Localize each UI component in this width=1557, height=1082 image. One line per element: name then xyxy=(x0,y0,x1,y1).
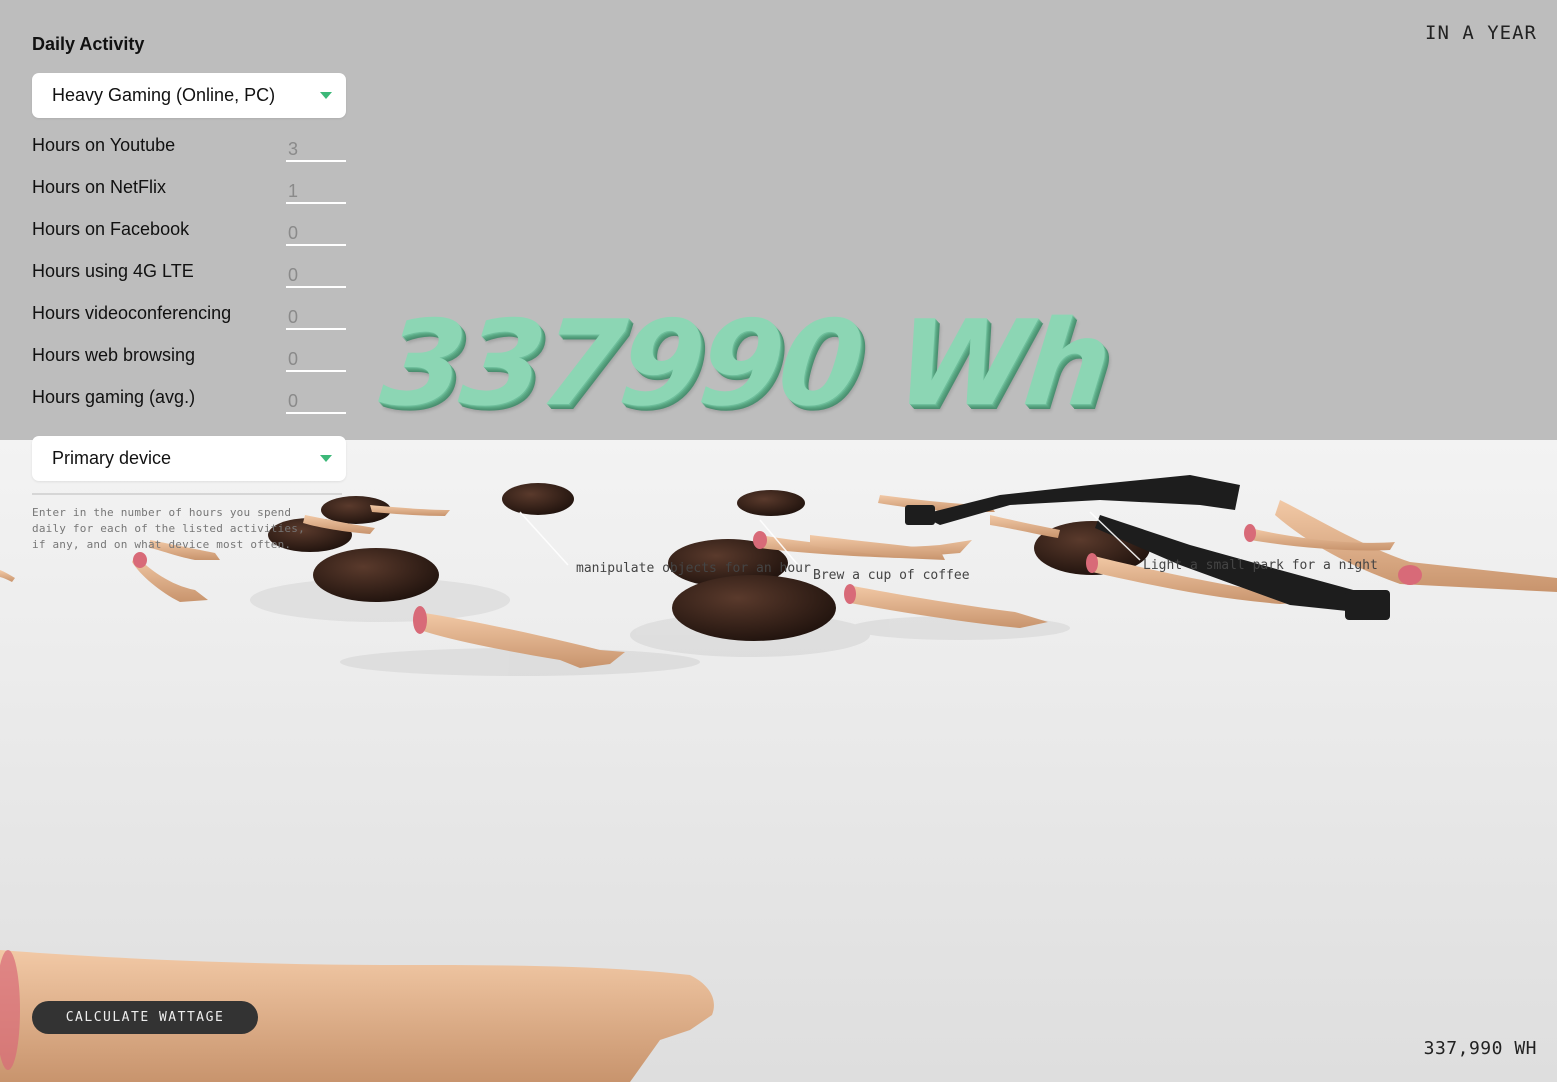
field-label: Hours using 4G LTE xyxy=(32,261,194,281)
chevron-down-icon xyxy=(320,455,332,462)
field-row-facebook: Hours on Facebook xyxy=(32,214,346,256)
videoconferencing-hours-input[interactable] xyxy=(286,306,346,330)
field-label: Hours gaming (avg.) xyxy=(32,387,196,407)
field-row-netflix: Hours on NetFlix xyxy=(32,172,346,214)
calculate-wattage-button[interactable]: CALCULATE WATTAGE xyxy=(32,1001,258,1034)
field-row-gaming: Hours gaming (avg.) xyxy=(32,382,346,424)
divider xyxy=(32,493,342,495)
device-select-value: Primary device xyxy=(52,448,172,468)
facebook-hours-input[interactable] xyxy=(286,222,346,246)
field-label: Hours web browsing xyxy=(32,345,196,365)
netflix-hours-input[interactable] xyxy=(286,180,346,204)
scene-label-coffee: Brew a cup of coffee xyxy=(813,568,970,583)
device-select[interactable]: Primary device xyxy=(32,436,346,481)
browsing-hours-input[interactable] xyxy=(286,348,346,372)
activity-select[interactable]: Heavy Gaming (Online, PC) xyxy=(32,73,346,118)
field-label: Hours on NetFlix xyxy=(32,177,167,197)
field-row-youtube: Hours on Youtube xyxy=(32,130,346,172)
scene-label-manipulate: manipulate objects for an hour xyxy=(576,561,811,576)
field-label: Hours on Youtube xyxy=(32,135,176,155)
field-row-4g: Hours using 4G LTE xyxy=(32,256,346,298)
field-label: Hours on Facebook xyxy=(32,219,190,239)
scene-label-park: Light a small park for a night xyxy=(1143,558,1378,573)
chevron-down-icon xyxy=(320,92,332,99)
activity-panel: Daily Activity Heavy Gaming (Online, PC)… xyxy=(32,30,346,553)
wattage-3d-text: 337990 Wh xyxy=(374,296,1114,433)
field-label: Hours videoconferencing xyxy=(32,303,232,323)
total-wattage-label: 337,990 WH xyxy=(1423,1038,1537,1059)
panel-title: Daily Activity xyxy=(32,34,145,54)
lte-hours-input[interactable] xyxy=(286,264,346,288)
youtube-hours-input[interactable] xyxy=(286,138,346,162)
helper-text: Enter in the number of hours you spend d… xyxy=(32,506,305,551)
field-row-browsing: Hours web browsing xyxy=(32,340,346,382)
gaming-hours-input[interactable] xyxy=(286,390,346,414)
field-row-video: Hours videoconferencing xyxy=(32,298,346,340)
period-label: IN A YEAR xyxy=(1425,22,1537,44)
activity-select-value: Heavy Gaming (Online, PC) xyxy=(52,85,276,105)
hours-fields: Hours on Youtube Hours on NetFlix Hours … xyxy=(32,130,346,424)
